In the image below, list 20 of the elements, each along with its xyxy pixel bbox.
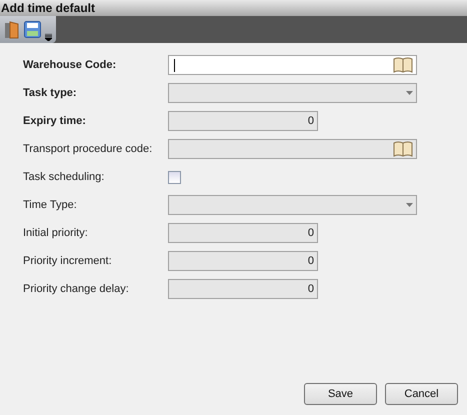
door-icon (4, 20, 20, 38)
save-button[interactable] (24, 21, 41, 38)
overflow-button[interactable] (45, 34, 52, 41)
exit-button[interactable] (4, 20, 20, 38)
book-icon[interactable] (393, 56, 413, 74)
field-label: Initial priority: (23, 227, 89, 239)
field-label: Task scheduling: (23, 171, 106, 183)
lookup-field[interactable] (168, 55, 417, 75)
field-label: Warehouse Code: (23, 59, 118, 71)
cancel-button[interactable]: Cancel (385, 383, 458, 405)
checkbox[interactable] (168, 170, 181, 184)
field-label: Priority increment: (23, 255, 113, 267)
field-label: Transport procedure code: (23, 143, 154, 155)
field-label: Time Type: (23, 199, 78, 211)
field-label: Expiry time: (23, 115, 87, 127)
field-label: Priority change delay: (23, 283, 130, 295)
overflow-icon (45, 34, 52, 41)
save-button[interactable]: Save (304, 383, 377, 405)
field-label: Task type: (23, 87, 78, 99)
window-title: Add time default (1, 1, 96, 15)
